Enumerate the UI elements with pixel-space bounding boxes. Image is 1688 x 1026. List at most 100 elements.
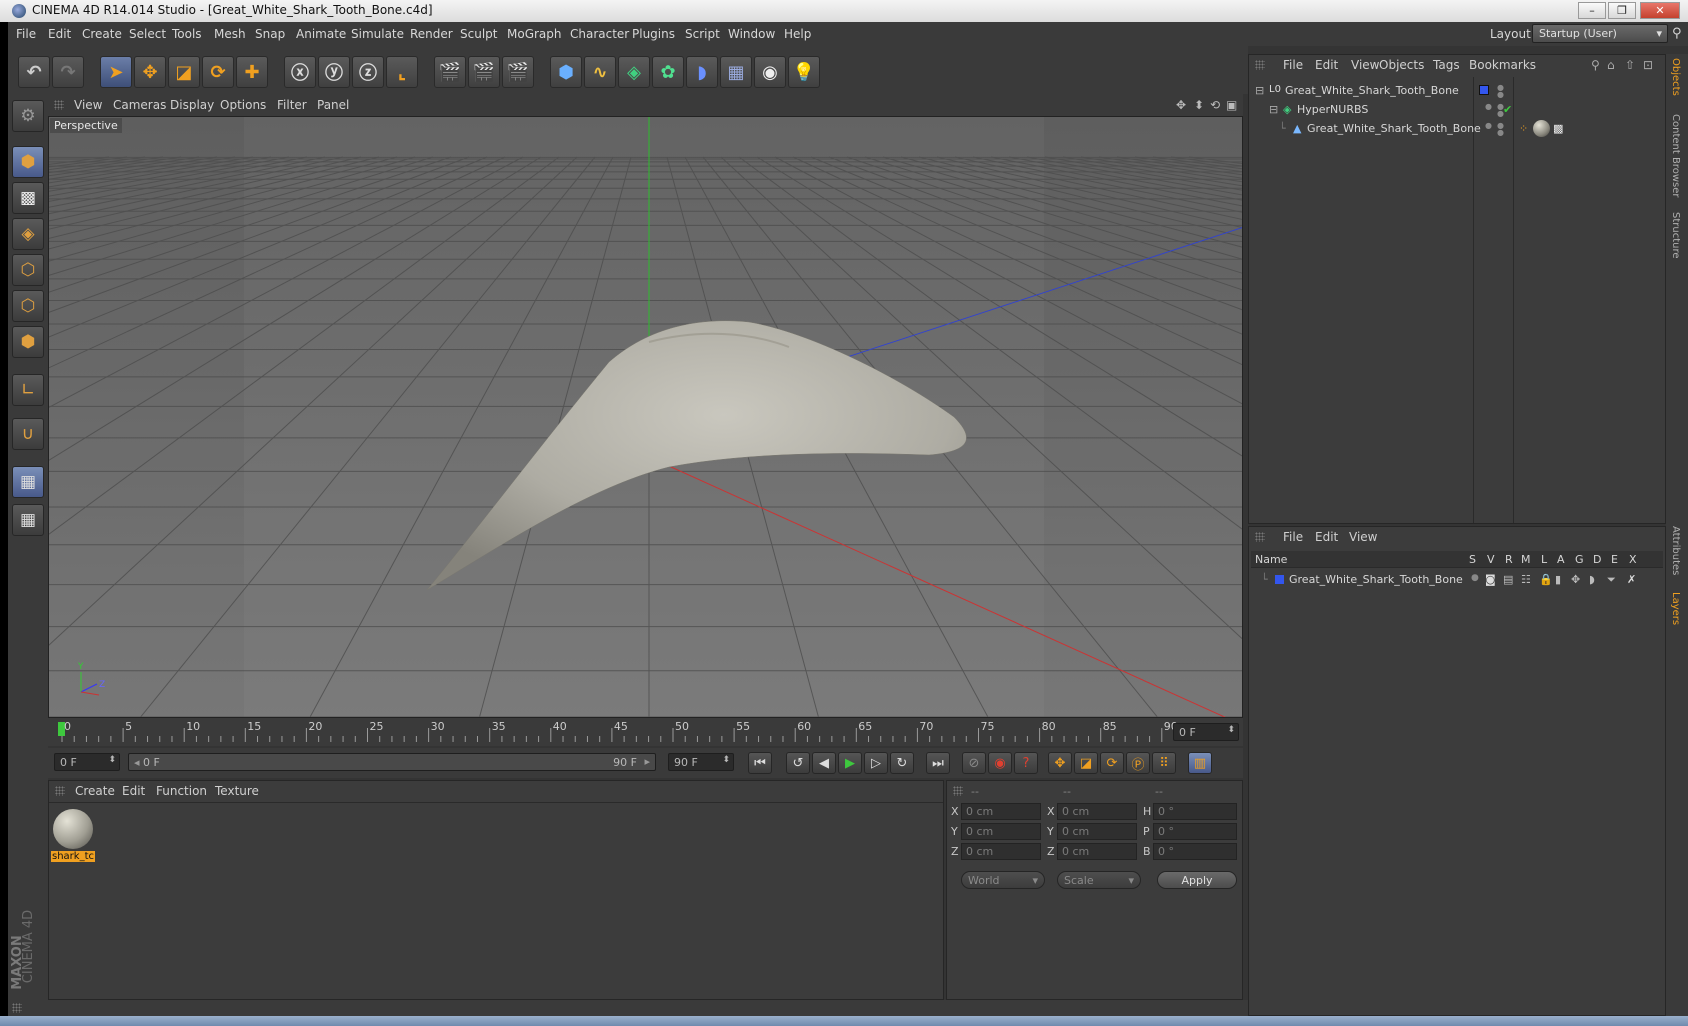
material-menu-function[interactable]: Function [156, 784, 207, 798]
previous-key-button[interactable]: ↺ [786, 752, 810, 774]
enabled-check-icon[interactable]: ✔ [1503, 103, 1512, 116]
side-tab-attributes[interactable]: Attributes [1670, 526, 1681, 575]
coordinate-system-button[interactable]: ⌞ [386, 56, 418, 88]
object-menu-tags[interactable]: Tags [1433, 58, 1460, 72]
viewport-menu-view[interactable]: View [74, 98, 102, 112]
manager-icon[interactable]: ☷ [1521, 573, 1531, 586]
next-key-button[interactable]: ↻ [890, 752, 914, 774]
pos-y-field[interactable]: 0 cm [961, 823, 1041, 840]
live-selection-button[interactable]: ➤ [100, 56, 132, 88]
toggle-views-icon[interactable]: ▣ [1226, 98, 1237, 112]
material-swatch[interactable]: shark_tc [51, 807, 95, 865]
side-tab-objects[interactable]: Objects [1670, 58, 1681, 96]
parameter-key-button[interactable]: Ⓟ [1126, 752, 1150, 774]
menu-sculpt[interactable]: Sculpt [460, 27, 497, 41]
scale-key-button[interactable]: ◪ [1074, 752, 1098, 774]
material-menu-texture[interactable]: Texture [215, 784, 259, 798]
viewport-menu-panel[interactable]: Panel [317, 98, 349, 112]
floor-button[interactable]: ▦ [720, 56, 752, 88]
coordinate-mode-dropdown[interactable]: World ▾ [961, 871, 1045, 889]
array-button[interactable]: ✿ [652, 56, 684, 88]
spline-button[interactable]: ∿ [584, 56, 616, 88]
autokey-button[interactable]: ◉ [988, 752, 1012, 774]
menu-render[interactable]: Render [410, 27, 453, 41]
cube-button[interactable]: ⬢ [550, 56, 582, 88]
material-menu-create[interactable]: Create [75, 784, 115, 798]
menu-simulate[interactable]: Simulate [351, 27, 404, 41]
keyframe-selection-button[interactable]: ? [1014, 752, 1038, 774]
object-menu-objects[interactable]: Objects [1379, 58, 1424, 72]
menu-create[interactable]: Create [82, 27, 122, 41]
record-active-button[interactable]: ⊘ [962, 752, 986, 774]
points-mode-button[interactable]: ⬡ [12, 254, 44, 286]
uvw-tag-icon[interactable]: ▩ [1553, 122, 1563, 135]
layer-row[interactable]: └ Great_White_Shark_Tooth_Bone ● ◙ ▤ ☷ 🔒… [1249, 570, 1665, 590]
eye-icon[interactable]: ◙ [1485, 573, 1496, 586]
generator-icon[interactable]: ✥ [1571, 573, 1580, 586]
viewport-menu-display[interactable]: Display [170, 98, 214, 112]
size-y-field[interactable]: 0 cm [1057, 823, 1137, 840]
scale-button[interactable]: ◪ [168, 56, 200, 88]
menu-tools[interactable]: Tools [172, 27, 202, 41]
rotate-view-icon[interactable]: ⟲ [1210, 98, 1220, 112]
lock-icon[interactable]: 🔒 [1539, 573, 1553, 586]
point-level-key-button[interactable]: ⠿ [1152, 752, 1176, 774]
viewport-menu-cameras[interactable]: Cameras [113, 98, 166, 112]
y-axis-button[interactable]: ⓨ [318, 56, 350, 88]
menu-file[interactable]: File [16, 27, 36, 41]
make-editable-button[interactable]: ⚙ [12, 100, 44, 132]
planar-workplane-button[interactable]: ▦ [12, 504, 44, 536]
zoom-view-icon[interactable]: ⬍ [1194, 98, 1204, 112]
visibility-dots-icon[interactable]: ● ● [1497, 122, 1504, 137]
render-view-button[interactable]: 🎬 [434, 56, 466, 88]
side-tab-structure[interactable]: Structure [1670, 212, 1681, 259]
close-button[interactable]: ✕ [1640, 2, 1680, 19]
menu-window[interactable]: Window [728, 27, 775, 41]
nurbs-button[interactable]: ◈ [618, 56, 650, 88]
edges-mode-button[interactable]: ⬡ [12, 290, 44, 322]
visibility-dots-icon[interactable]: ● [1485, 103, 1492, 111]
model-mode-button[interactable]: ⬢ [12, 146, 44, 178]
material-menu-edit[interactable]: Edit [122, 784, 145, 798]
material-tag-icon[interactable] [1533, 120, 1550, 137]
collapse-icon[interactable]: ⊟ [1269, 103, 1278, 116]
menu-mograph[interactable]: MoGraph [507, 27, 562, 41]
menu-snap[interactable]: Snap [255, 27, 285, 41]
frame-range-slider[interactable]: ◂ 0 F 90 F ▸ [128, 753, 656, 771]
camera-button[interactable]: ◉ [754, 56, 786, 88]
menu-script[interactable]: Script [685, 27, 720, 41]
object-menu-file[interactable]: File [1283, 58, 1303, 72]
panel-grip-icon[interactable] [1255, 60, 1265, 70]
menu-plugins[interactable]: Plugins [632, 27, 675, 41]
maximize-button[interactable]: ❐ [1608, 2, 1636, 19]
previous-frame-button[interactable]: ◀ [812, 752, 836, 774]
search-icon[interactable]: ⚲ [1591, 58, 1600, 72]
axis-mode-button[interactable]: ∟ [12, 374, 44, 406]
xref-icon[interactable]: ✗ [1627, 573, 1636, 586]
go-to-start-button[interactable]: ⏮ [748, 752, 772, 774]
object-row[interactable]: └ ▲ Great_White_Shark_Tooth_Bone ● ● ● ⁘ … [1249, 119, 1665, 139]
workplane-mode-button[interactable]: ◈ [12, 218, 44, 250]
home-icon[interactable]: ⌂ [1607, 58, 1615, 72]
play-button[interactable]: ▶ [838, 752, 862, 774]
rotate-button[interactable]: ⟳ [202, 56, 234, 88]
polygons-mode-button[interactable]: ⬢ [12, 326, 44, 358]
render-picture-viewer-button[interactable]: 🎬 [468, 56, 500, 88]
move-button[interactable]: ✥ [134, 56, 166, 88]
menu-mesh[interactable]: Mesh [214, 27, 246, 41]
object-menu-view[interactable]: View [1351, 58, 1379, 72]
panel-grip-icon[interactable] [953, 786, 963, 796]
side-tab-content-browser[interactable]: Content Browser [1670, 114, 1681, 197]
rot-b-field[interactable]: 0 ° [1153, 843, 1237, 860]
layer-menu-edit[interactable]: Edit [1315, 530, 1338, 544]
pos-x-field[interactable]: 0 cm [961, 803, 1041, 820]
position-key-button[interactable]: ✥ [1048, 752, 1072, 774]
object-row[interactable]: ⊟ L0 Great_White_Shark_Tooth_Bone ● ● [1249, 81, 1665, 101]
max-frame-field[interactable]: 90 F ⬍ [668, 753, 734, 771]
layer-menu-file[interactable]: File [1283, 530, 1303, 544]
current-frame-field[interactable]: 0 F ⬍ [1173, 723, 1239, 741]
x-axis-button[interactable]: ⓧ [284, 56, 316, 88]
new-window-icon[interactable]: ⊡ [1643, 58, 1653, 72]
next-frame-button[interactable]: ▷ [864, 752, 888, 774]
pos-z-field[interactable]: 0 cm [961, 843, 1041, 860]
